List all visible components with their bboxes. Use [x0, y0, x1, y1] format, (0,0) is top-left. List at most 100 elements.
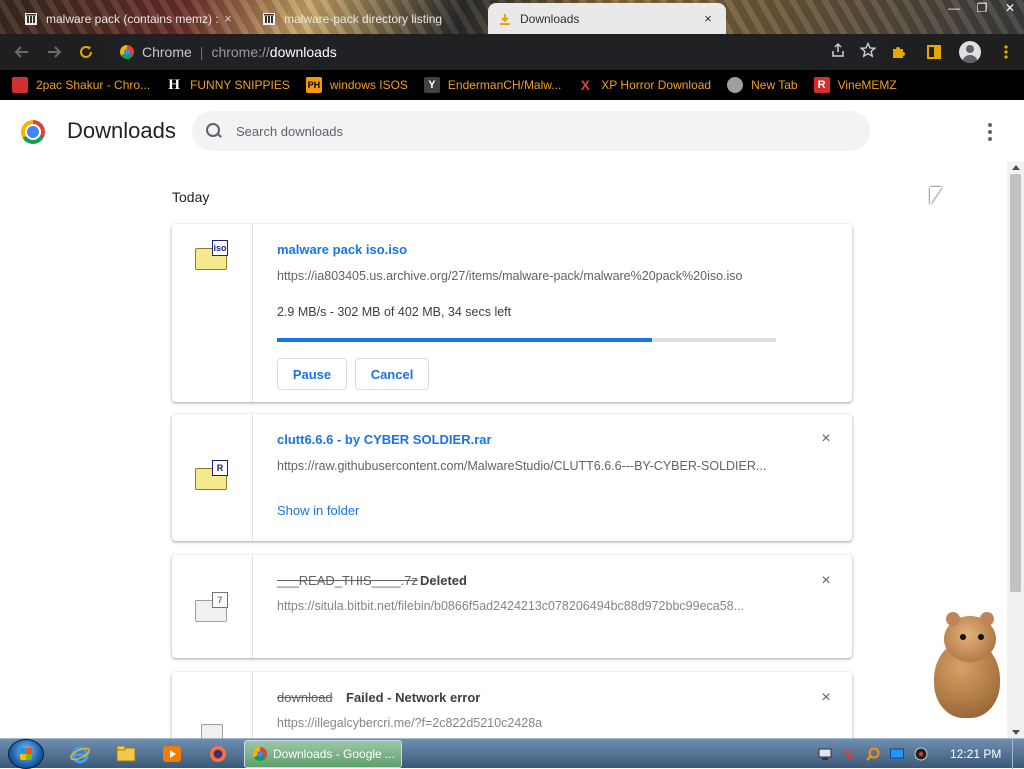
remove-item-icon[interactable]: ×: [817, 572, 835, 590]
tab-title: malware-pack directory listing: [284, 11, 443, 26]
back-button[interactable]: [6, 36, 38, 68]
close-window-button[interactable]: ✕: [996, 0, 1024, 18]
search-icon: [206, 123, 222, 139]
explorer-folder-icon[interactable]: [108, 741, 144, 767]
tab-close-icon[interactable]: ×: [700, 11, 716, 27]
download-icon: [498, 12, 512, 26]
separator: |: [199, 44, 204, 60]
bookmark-xp-horror[interactable]: X XP Horror Download: [577, 77, 712, 93]
remove-item-icon[interactable]: ×: [817, 689, 835, 707]
more-actions-icon[interactable]: [980, 122, 1000, 142]
system-tray: V: [816, 739, 930, 769]
h-icon: H: [168, 76, 180, 93]
status-deleted: Deleted: [420, 573, 467, 588]
scroll-up-arrow-icon[interactable]: [1012, 165, 1020, 170]
page-title: Downloads: [67, 118, 176, 143]
scrollbar-thumb[interactable]: [1010, 174, 1021, 592]
bookmark-windows-isos[interactable]: PH windows ISOS: [305, 77, 408, 93]
scroll-down-arrow-icon[interactable]: [1012, 730, 1020, 735]
network-icon[interactable]: [816, 745, 834, 763]
bookmark-label: VineMEMZ: [837, 78, 897, 92]
file-name-link[interactable]: malware pack iso.iso: [277, 242, 407, 257]
tab-title: malware pack (contains memz) :: [46, 11, 219, 26]
site-chip[interactable]: Chrome: [142, 44, 192, 60]
download-item: R clutt6.6.6 - by CYBER SOLDIER.rar http…: [172, 414, 852, 541]
bookmark-label: EndermanCH/Malw...: [447, 78, 562, 92]
archive-org-icon: [24, 12, 38, 26]
date-section-label: Today: [172, 189, 210, 205]
bookmark-endermanch[interactable]: Y EndermanCH/Malw...: [423, 77, 562, 93]
7z-file-icon: 7: [195, 592, 228, 622]
remove-item-icon[interactable]: ×: [817, 430, 835, 448]
bookmark-funny-snippies[interactable]: H FUNNY SNIPPIES: [166, 77, 290, 93]
tab-directory-listing[interactable]: malware-pack directory listing: [252, 3, 484, 34]
system-clock[interactable]: 12:21 PM: [950, 747, 1001, 761]
tab-title: Downloads: [520, 11, 580, 26]
file-url[interactable]: https://illegalcybercri.me/?f=2c822d5210…: [277, 716, 777, 730]
bookmark-star-icon[interactable]: [859, 41, 877, 62]
internet-explorer-icon[interactable]: [62, 741, 98, 767]
bookmark-label: XP Horror Download: [601, 78, 712, 92]
pause-button[interactable]: Pause: [277, 358, 347, 390]
search-downloads[interactable]: [192, 111, 870, 151]
bookmark-label: 2pac Shakur - Chro...: [36, 78, 151, 92]
status-failed: Failed - Network error: [346, 690, 481, 705]
bookmark-vinememz[interactable]: R VineMEMZ: [813, 77, 897, 93]
url-path: downloads: [269, 44, 337, 60]
volume-icon[interactable]: [912, 745, 930, 763]
forward-button[interactable]: [38, 36, 70, 68]
cancel-button[interactable]: Cancel: [355, 358, 429, 390]
tab-downloads[interactable]: Downloads ×: [488, 3, 726, 34]
file-url[interactable]: https://situla.bitbit.net/filebin/b0866f…: [277, 599, 777, 613]
window-controls: — ❐ ✕: [940, 0, 1024, 18]
profile-avatar[interactable]: [958, 40, 982, 64]
file-url[interactable]: https://ia803405.us.archive.org/27/items…: [277, 269, 777, 283]
back-arrow-icon: [14, 46, 28, 58]
tab-close-icon[interactable]: ×: [220, 11, 236, 27]
ph-icon: PH: [305, 77, 322, 93]
download-item: 7 ___READ_THIS____.7z Deleted https://si…: [172, 555, 852, 658]
side-panel-icon[interactable]: [922, 40, 946, 64]
search-magnifier-icon[interactable]: [864, 745, 882, 763]
minimize-button[interactable]: —: [940, 0, 968, 18]
start-button[interactable]: [8, 739, 44, 769]
download-item: iso malware pack iso.iso https://ia80340…: [172, 224, 852, 402]
mouse-cursor-icon: [930, 187, 942, 205]
generic-file-icon: [195, 716, 228, 738]
show-in-folder-link[interactable]: Show in folder: [277, 503, 359, 518]
reload-button[interactable]: [70, 36, 102, 68]
omnibox-actions: [830, 37, 877, 67]
y-icon: Y: [423, 77, 440, 93]
address-bar[interactable]: Chrome | chrome://downloads: [108, 37, 888, 67]
archive-org-icon: [262, 12, 276, 26]
share-icon[interactable]: [830, 42, 846, 62]
browser-toolbar: Chrome | chrome://downloads: [0, 34, 1024, 70]
maximize-button[interactable]: ❐: [968, 0, 996, 18]
progress-fill: [277, 338, 652, 342]
photo-icon: [12, 77, 28, 93]
bookmark-2pac[interactable]: 2pac Shakur - Chro...: [12, 77, 150, 93]
bookmark-label: FUNNY SNIPPIES: [190, 78, 290, 92]
x-icon: X: [580, 77, 590, 93]
taskbar-chrome-downloads[interactable]: Downloads - Google ...: [244, 740, 402, 768]
antivirus-v-icon[interactable]: V: [840, 745, 858, 763]
bookmark-label: New Tab: [751, 78, 798, 92]
search-input[interactable]: [236, 123, 836, 139]
r-icon: R: [813, 77, 830, 93]
toolbar-right: [886, 34, 1018, 70]
bookmark-new-tab[interactable]: New Tab: [727, 77, 798, 93]
bookmark-label: windows ISOS: [329, 78, 408, 92]
file-name-link[interactable]: clutt6.6.6 - by CYBER SOLDIER.rar: [277, 432, 492, 447]
hamster-desktop-buddy[interactable]: [922, 612, 1012, 722]
show-desktop-button[interactable]: [1012, 739, 1024, 769]
display-icon[interactable]: [888, 745, 906, 763]
extensions-puzzle-icon[interactable]: [886, 40, 910, 64]
firefox-icon[interactable]: [200, 741, 236, 767]
progress-bar: [277, 338, 776, 342]
tab-malware-pack[interactable]: malware pack (contains memz) : ×: [14, 3, 246, 34]
media-player-icon[interactable]: [154, 741, 190, 767]
reload-icon: [80, 46, 92, 58]
download-item: download Failed - Network error https://…: [172, 672, 852, 738]
browser-menu-icon[interactable]: [994, 40, 1018, 64]
file-url[interactable]: https://raw.githubusercontent.com/Malwar…: [277, 459, 777, 473]
